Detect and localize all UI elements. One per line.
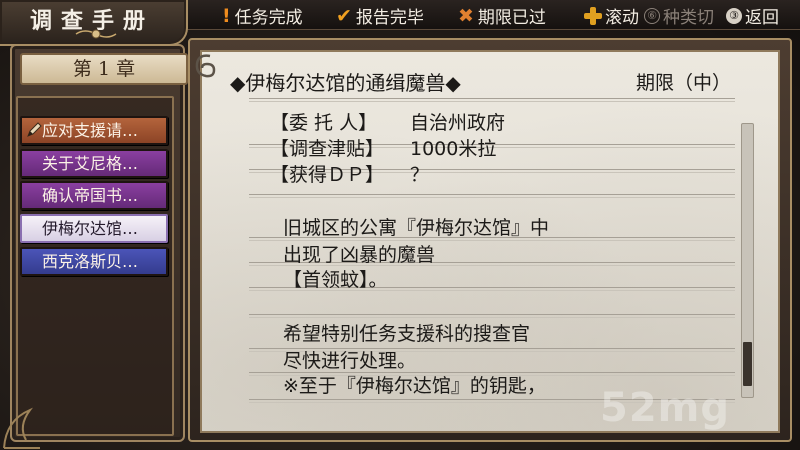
legend-report-done-label: 报告完毕: [355, 8, 424, 28]
body-line-5: 尽快进行处理。: [283, 350, 417, 372]
legend-task-done: ! 任务完成: [222, 3, 303, 29]
legend-back-label: 返回: [745, 8, 779, 28]
quest-item-1-label: 应对支援请…: [42, 121, 139, 140]
cross-icon: ✖: [458, 4, 474, 27]
chapter-label[interactable]: 第 1 章: [20, 53, 188, 85]
body-line-6: ※至于『伊梅尔达馆』的钥匙，: [283, 375, 546, 397]
ornament-icon: [75, 29, 117, 39]
pencil-icon: [27, 122, 42, 137]
legend-task-done-label: 任务完成: [234, 8, 303, 28]
legend-back[interactable]: ③ 返回: [726, 3, 779, 28]
body-line-4: 希望特别任务支援科的搜查官: [283, 323, 531, 345]
notebook-title-plate: 调查手册: [0, 0, 188, 46]
quest-item-2-label: 关于艾尼格…: [42, 154, 139, 173]
legend-switch-category[interactable]: ⑥ 种类切: [644, 3, 714, 28]
quest-item-5-label: 西克洛斯贝…: [42, 252, 139, 271]
legend-report-done: ✔ 报告完毕: [336, 3, 424, 29]
quest-deadline: 期限（中）: [636, 72, 732, 94]
info-reward-value: 1000米拉: [410, 138, 497, 160]
legend-switch-label: 种类切: [663, 8, 714, 28]
body-line-2: 出现了凶暴的魔兽: [283, 244, 436, 266]
corner-ornament-icon: [3, 407, 40, 449]
legend-scroll: 滚动: [584, 3, 639, 28]
info-reward-key: 【调查津贴】: [270, 138, 385, 160]
info-client-value: 自治州政府: [410, 112, 506, 134]
info-dp-key: 【获得ＤＰ】: [270, 164, 385, 186]
quest-item-1[interactable]: 应对支援请…: [20, 116, 168, 145]
info-dp-value: ？: [410, 164, 430, 186]
legend-expired-label: 期限已过: [477, 8, 546, 28]
quest-item-3-label: 确认帝国书…: [42, 186, 139, 205]
quest-title: ◆伊梅尔达馆的通缉魔兽◆: [230, 71, 461, 95]
info-client-key: 【委 托 人】: [270, 112, 378, 134]
watermark-logo: 52mg: [600, 385, 730, 431]
button-3-icon: ③: [726, 7, 742, 24]
checkmark-icon: ✔: [336, 4, 352, 27]
game-screen: ! 任务完成 ✔ 报告完毕 ✖ 期限已过 滚动 ⑥ 种类切 ③ 返回 调查手册: [0, 0, 800, 450]
quest-item-4-selected[interactable]: 伊梅尔达馆…: [20, 214, 168, 243]
legend-expired: ✖ 期限已过: [458, 3, 546, 29]
body-line-3: 【首领蚊】。: [283, 269, 388, 291]
legend-scroll-label: 滚动: [605, 8, 639, 28]
body-line-1: 旧城区的公寓『伊梅尔达馆』中: [283, 217, 550, 239]
paperclip-icon: [195, 54, 216, 78]
quest-item-5[interactable]: 西克洛斯贝…: [20, 247, 168, 276]
quest-item-3[interactable]: 确认帝国书…: [20, 181, 168, 210]
exclamation-icon: !: [222, 4, 231, 27]
dpad-icon: [584, 6, 602, 25]
button-6-icon: ⑥: [644, 7, 660, 24]
scrollbar-thumb[interactable]: [743, 341, 752, 386]
quest-item-4-label: 伊梅尔达馆…: [42, 219, 139, 238]
quest-item-2[interactable]: 关于艾尼格…: [20, 149, 168, 178]
